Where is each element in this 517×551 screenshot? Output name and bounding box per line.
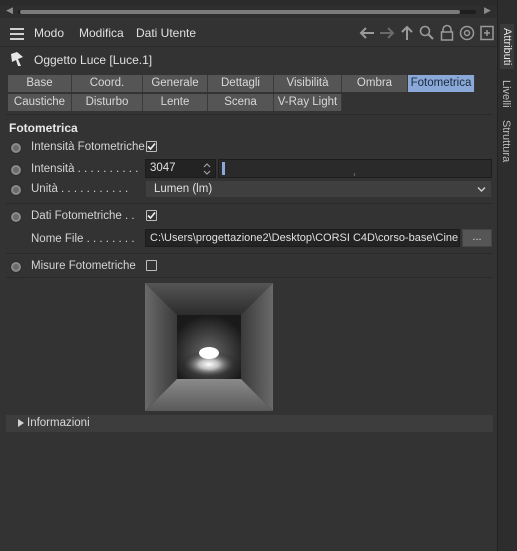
sidebar-tab-livelli[interactable]: Livelli — [500, 80, 512, 108]
section-title: Fotometrica — [9, 121, 78, 135]
checkbox-intensita-fotometriche[interactable] — [146, 141, 157, 152]
tab-scena[interactable]: Scena — [208, 94, 274, 111]
up-arrow-icon[interactable] — [398, 24, 416, 42]
intensita-input[interactable]: 3047 — [145, 159, 216, 178]
informazioni-label: Informazioni — [27, 417, 90, 429]
slider-tick — [354, 173, 355, 176]
label-intensita: Intensità . . . . . . . . . . — [31, 163, 139, 175]
informazioni-group[interactable]: Informazioni — [6, 415, 493, 432]
scroll-left-icon[interactable]: ◀ — [6, 5, 13, 16]
group-divider — [6, 203, 493, 204]
scroll-right-icon[interactable]: ▶ — [484, 5, 491, 16]
menu-modo[interactable]: Modo — [34, 26, 64, 40]
stepper-arrows-icon[interactable] — [202, 162, 212, 176]
label-unita: Unità . . . . . . . . . . . — [31, 183, 129, 195]
nome-file-input[interactable]: C:\Users\progettazione2\Desktop\CORSI C4… — [145, 229, 460, 247]
tab-dettagli[interactable]: Dettagli — [208, 75, 274, 92]
tab-vray-light[interactable]: V-Ray Light — [274, 94, 342, 111]
expand-triangle-icon — [18, 419, 24, 427]
animate-radio-unita[interactable] — [10, 184, 22, 196]
photometric-preview-image — [145, 283, 273, 411]
sidebar-tab-attributi[interactable]: Attributi — [500, 24, 514, 70]
tab-caustiche[interactable]: Caustiche — [8, 94, 72, 111]
tab-lente[interactable]: Lente — [143, 94, 208, 111]
browse-file-button[interactable]: ... — [462, 229, 492, 247]
tabs-divider — [6, 114, 493, 115]
checkbox-misure-fotometriche[interactable] — [146, 260, 157, 271]
tab-disturbo[interactable]: Disturbo — [72, 94, 143, 111]
tab-coord[interactable]: Coord. — [72, 75, 143, 92]
light-object-icon — [11, 52, 23, 66]
label-misure-fotometriche: Misure Fotometriche — [31, 260, 136, 272]
scroll-thumb[interactable] — [20, 10, 460, 14]
target-icon[interactable] — [458, 24, 476, 42]
sidebar-tab-struttura[interactable]: Struttura — [500, 120, 512, 162]
unita-value: Lumen (lm) — [154, 183, 213, 195]
right-sidebar: Attributi Livelli Struttura — [497, 0, 517, 551]
nome-file-value: C:\Users\progettazione2\Desktop\CORSI C4… — [150, 232, 459, 244]
lock-icon[interactable] — [438, 24, 456, 42]
label-intensita-fotometriche: Intensità Fotometriche — [31, 141, 145, 153]
intensita-slider[interactable] — [218, 159, 492, 178]
back-arrow-icon[interactable] — [358, 24, 376, 42]
forward-arrow-icon[interactable] — [378, 24, 396, 42]
unita-dropdown[interactable]: Lumen (lm) — [145, 180, 492, 198]
label-dati-fotometriche: Dati Fotometriche . . — [31, 210, 135, 222]
search-icon[interactable] — [418, 24, 436, 42]
tab-fotometrica[interactable]: Fotometrica — [408, 75, 475, 92]
slider-handle[interactable] — [222, 162, 225, 175]
hamburger-menu-icon[interactable] — [10, 28, 24, 40]
checkbox-dati-fotometriche[interactable] — [146, 210, 157, 221]
animate-radio-misure-fotometriche[interactable] — [10, 261, 22, 273]
tab-visibilita[interactable]: Visibilità — [274, 75, 342, 92]
new-panel-icon[interactable] — [478, 24, 496, 42]
menu-dati-utente[interactable]: Dati Utente — [136, 26, 196, 40]
animate-radio-intensita[interactable] — [10, 164, 22, 176]
intensita-value: 3047 — [150, 162, 176, 174]
menu-modifica[interactable]: Modifica — [79, 26, 124, 40]
group-divider — [6, 277, 493, 278]
animate-radio-dati-fotometriche[interactable] — [10, 211, 22, 223]
group-divider — [6, 253, 493, 254]
label-nome-file: Nome File . . . . . . . . — [31, 233, 135, 245]
tab-base[interactable]: Base — [8, 75, 72, 92]
checkmark-icon — [147, 142, 156, 151]
tab-generale[interactable]: Generale — [143, 75, 208, 92]
checkmark-icon — [147, 211, 156, 220]
tab-ombra[interactable]: Ombra — [342, 75, 408, 92]
animate-radio-intensita-fotometriche[interactable] — [10, 142, 22, 154]
object-title: Oggetto Luce [Luce.1] — [34, 53, 153, 67]
chevron-down-icon — [477, 187, 486, 192]
